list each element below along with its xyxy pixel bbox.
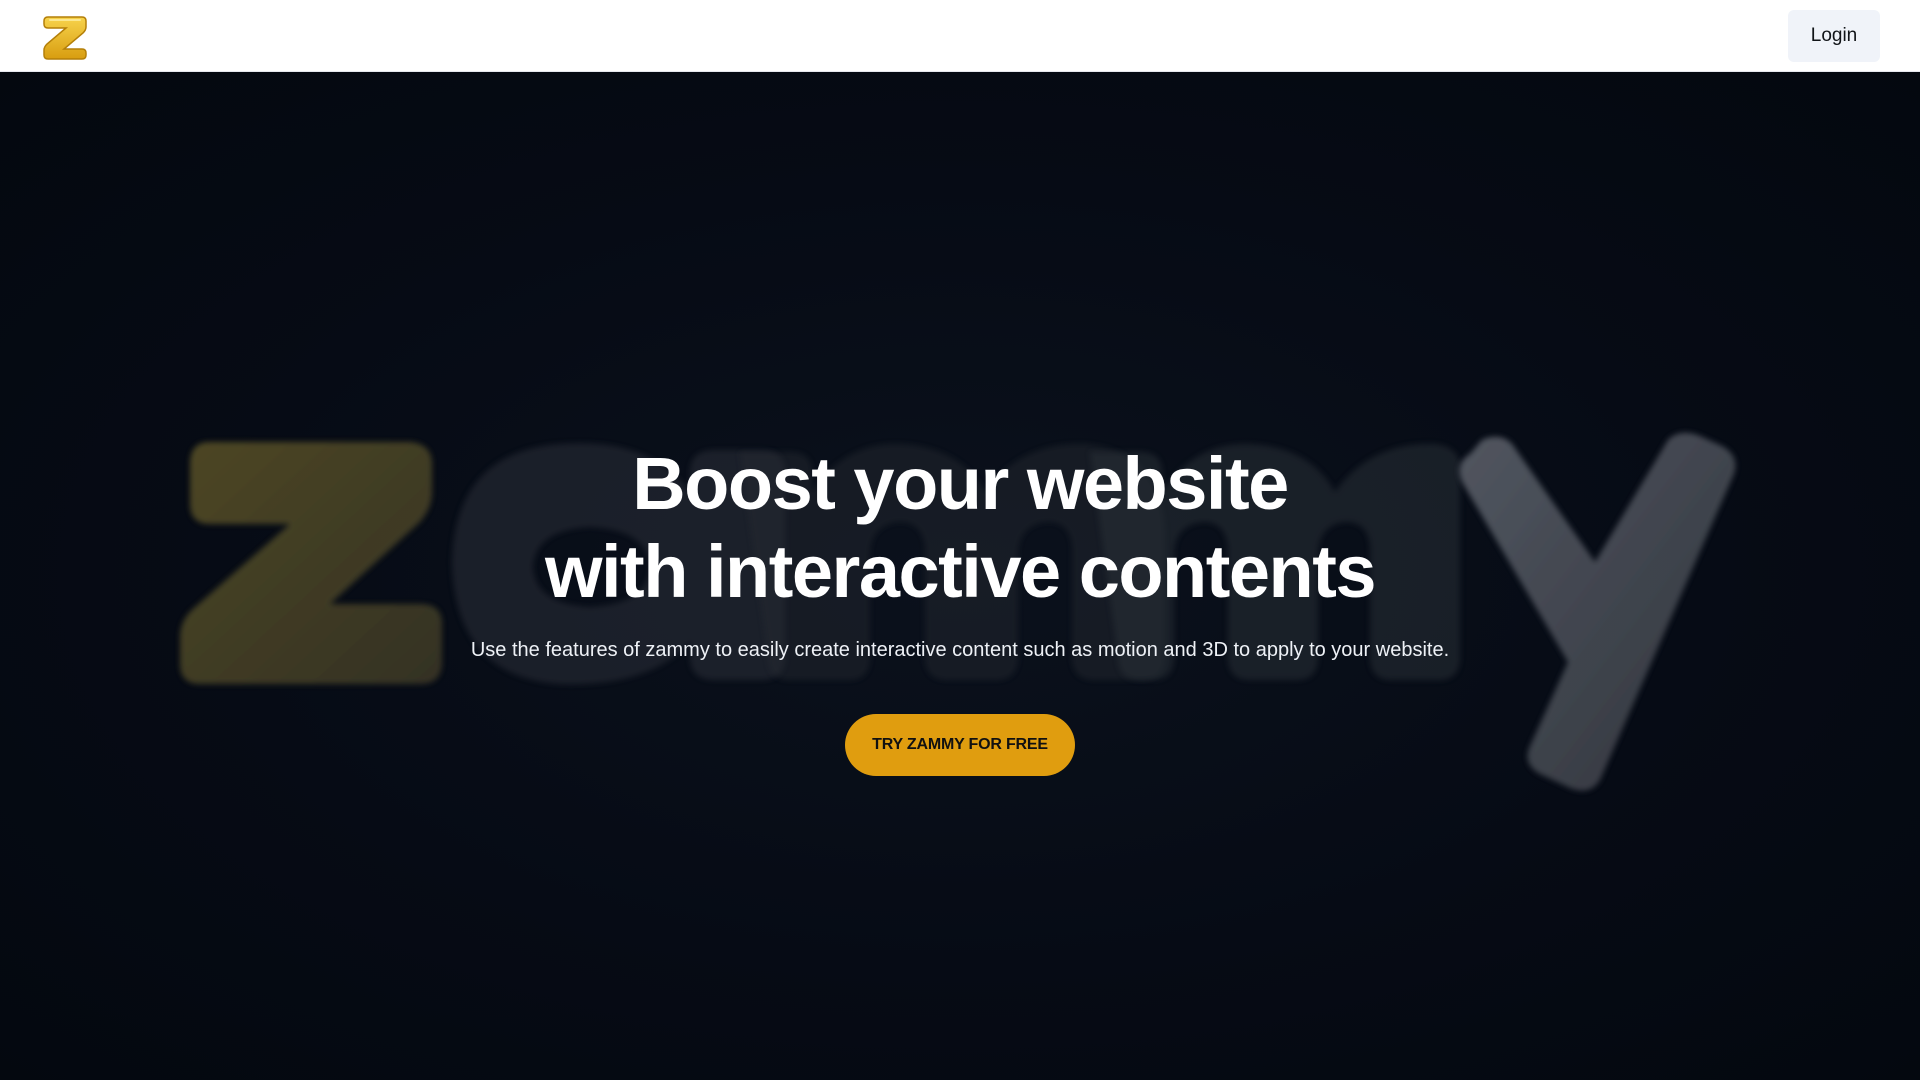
hero-headline-line2: with interactive contents: [544, 530, 1377, 613]
login-button[interactable]: Login: [1788, 10, 1880, 62]
zammy-logo-icon[interactable]: [40, 11, 90, 61]
try-zammy-free-button[interactable]: TRY ZAMMY FOR FREE: [845, 714, 1075, 776]
top-navbar: Login: [0, 0, 1920, 72]
hero-headline-line1: Boost your website: [632, 442, 1289, 525]
hero-subtitle: Use the features of zammy to easily crea…: [470, 639, 1450, 661]
hero-headline: Boost your website with interactive cont…: [0, 440, 1920, 616]
hero-section: Boost your website with interactive cont…: [0, 72, 1920, 1080]
hero-content: Boost your website with interactive cont…: [0, 440, 1920, 776]
